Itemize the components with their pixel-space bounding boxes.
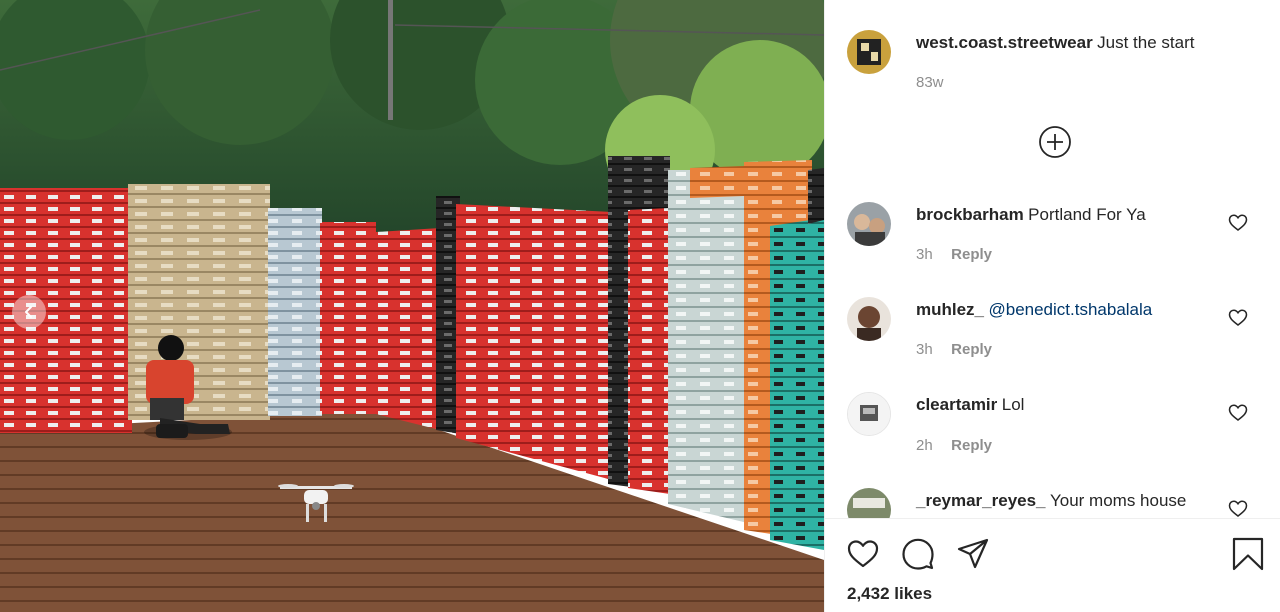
comment-text: Lol — [1001, 395, 1025, 414]
owner-avatar[interactable] — [847, 30, 891, 74]
comment-username[interactable]: brockbarham — [916, 205, 1024, 224]
post-caption: west.coast.streetwear Just the start — [916, 33, 1194, 53]
comment-avatar[interactable] — [847, 202, 891, 246]
comment-time[interactable]: 2h — [916, 437, 933, 454]
comment-time[interactable]: 3h — [916, 341, 933, 358]
comments-scroll-area[interactable] — [824, 0, 1280, 518]
comment-row: brockbarham Portland For Ya — [916, 205, 1146, 225]
comment-avatar[interactable] — [847, 297, 891, 341]
comment-text: Your moms house — [1049, 491, 1187, 510]
likes-count[interactable]: 2,432 likes — [847, 584, 932, 604]
comment-like-heart-icon[interactable] — [1228, 308, 1248, 328]
comment-row: muhlez_ @benedict.tshabalala — [916, 300, 1152, 320]
comment-meta: 3h Reply — [916, 341, 992, 359]
comment-meta: 2h Reply — [916, 437, 992, 455]
post-time[interactable]: 83w — [916, 74, 944, 91]
comment-username[interactable]: cleartamir — [916, 395, 997, 414]
plus-circle-icon — [1039, 126, 1071, 158]
comment-like-heart-icon[interactable] — [1228, 213, 1248, 233]
comment-meta: 3h Reply — [916, 246, 992, 264]
actions-divider — [824, 518, 1280, 519]
reply-button[interactable]: Reply — [951, 341, 992, 358]
reply-button[interactable]: Reply — [951, 437, 992, 454]
comment-row: cleartamir Lol — [916, 395, 1024, 415]
load-more-comments-button[interactable] — [1038, 125, 1072, 159]
speech-bubble-icon[interactable] — [901, 537, 935, 571]
comment-mention-link[interactable]: @benedict.tshabalala — [988, 300, 1152, 319]
comment-row: _reymar_reyes_ Your moms house — [916, 491, 1186, 511]
comment-username[interactable]: muhlez_ — [916, 300, 984, 319]
owner-username[interactable]: west.coast.streetwear — [916, 33, 1093, 52]
reply-button[interactable]: Reply — [951, 246, 992, 263]
caption-text: Just the start — [1097, 33, 1195, 52]
comment-time[interactable]: 3h — [916, 246, 933, 263]
comment-like-heart-icon[interactable] — [1228, 499, 1248, 518]
heart-icon[interactable] — [846, 537, 880, 571]
previous-photo-button[interactable] — [12, 295, 46, 329]
comment-text: Portland For Ya — [1028, 205, 1146, 224]
comment-avatar[interactable] — [847, 392, 891, 436]
comment-like-heart-icon[interactable] — [1228, 403, 1248, 423]
paper-plane-icon[interactable] — [956, 537, 990, 571]
chevron-left-icon — [25, 306, 32, 318]
comment-username[interactable]: _reymar_reyes_ — [916, 491, 1046, 510]
comment-clip: _reymar_reyes_ Your moms house — [824, 480, 1280, 518]
comment-avatar[interactable] — [847, 488, 891, 518]
photo-illustration — [0, 0, 824, 612]
bookmark-icon[interactable] — [1231, 537, 1265, 571]
post-photo[interactable] — [0, 0, 824, 612]
